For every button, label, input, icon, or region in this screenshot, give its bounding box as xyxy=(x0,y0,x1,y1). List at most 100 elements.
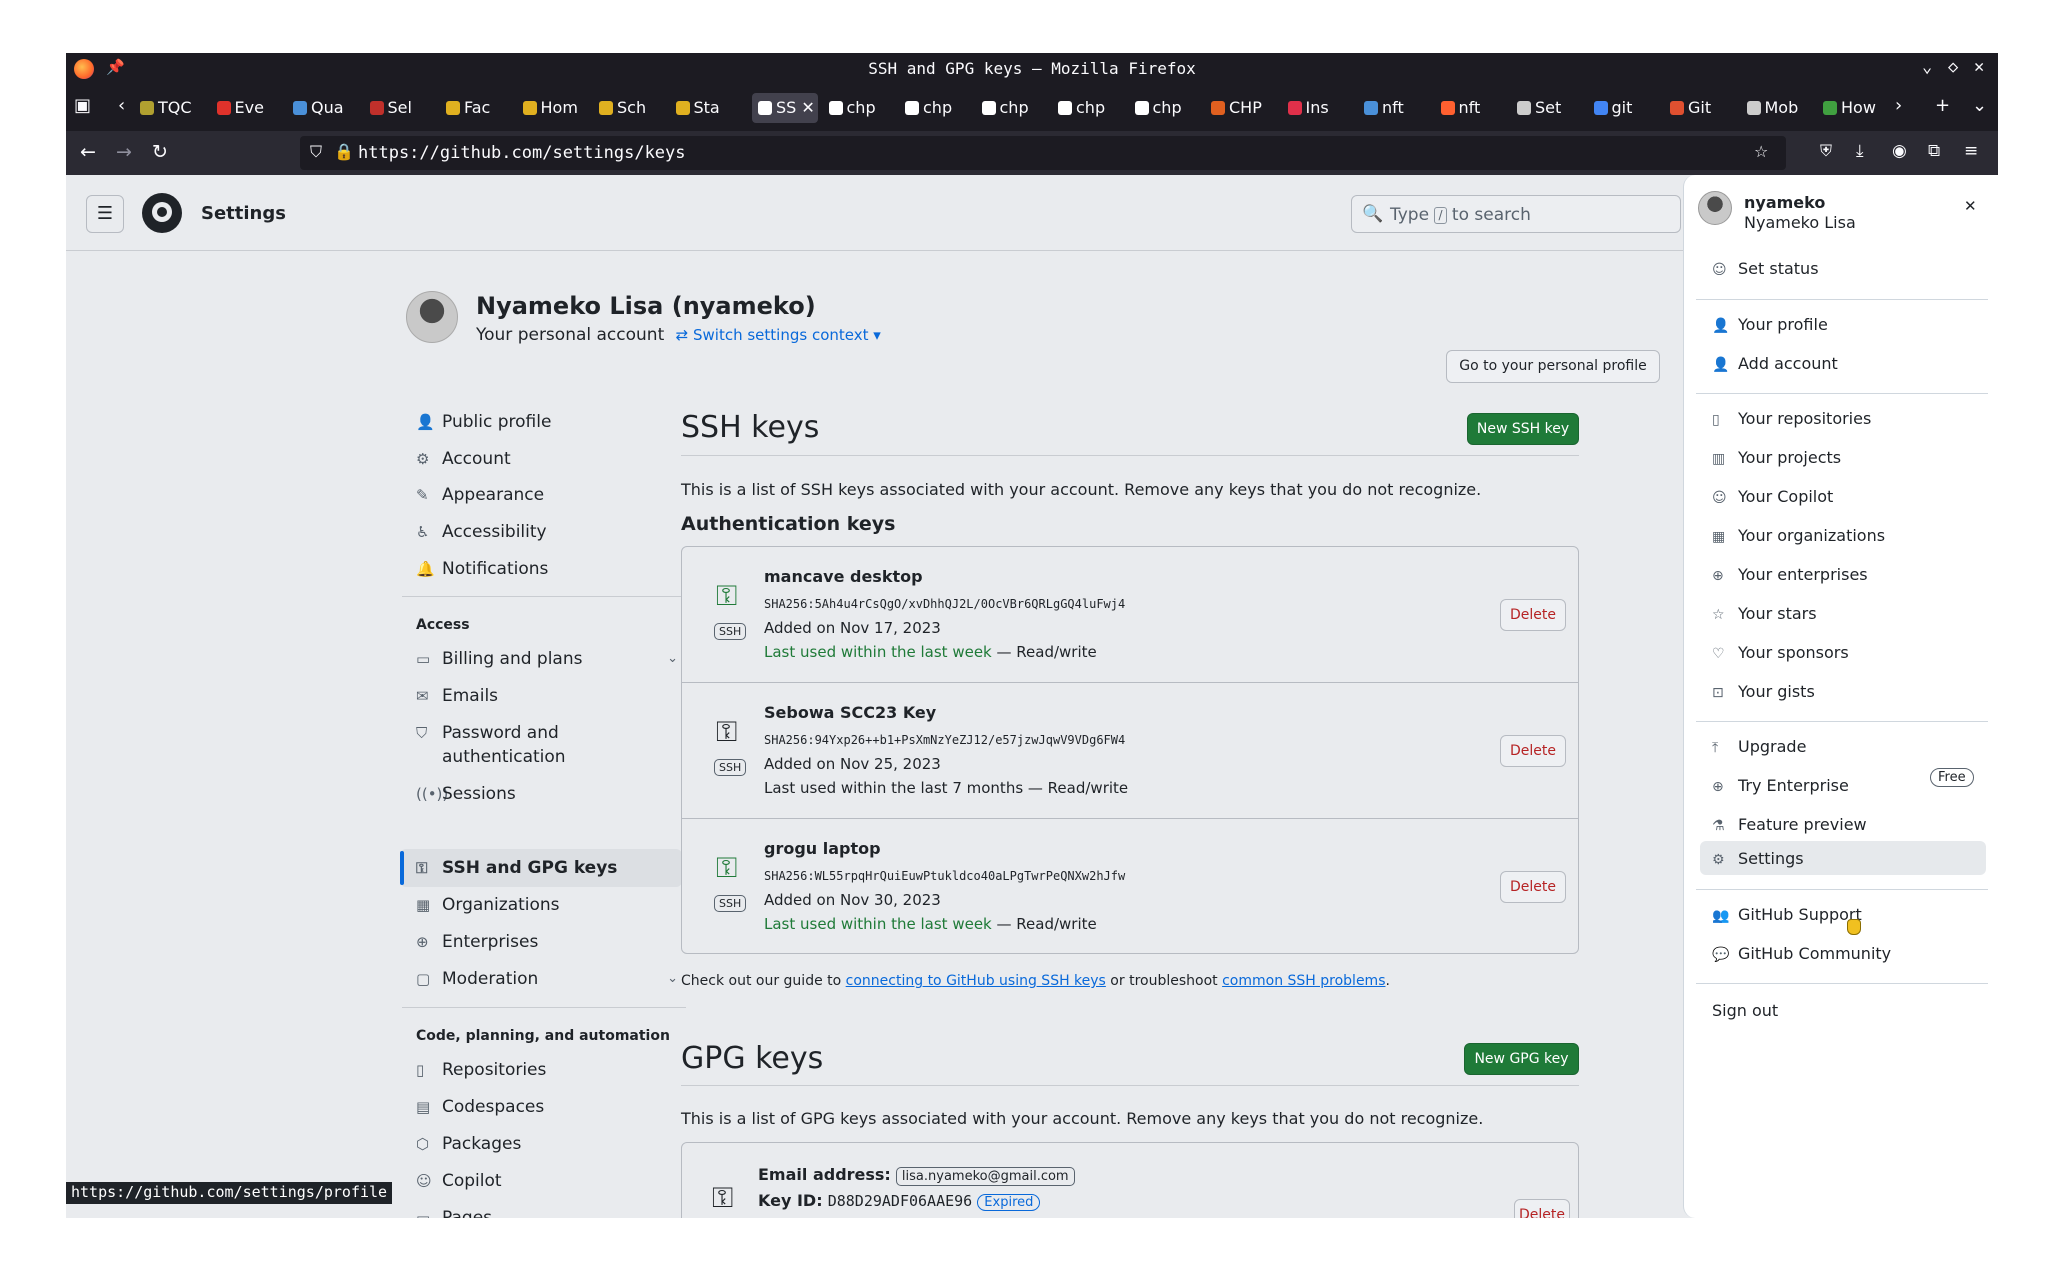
browser-tab[interactable]: Qua xyxy=(293,93,359,123)
scroll-right-icon[interactable]: › xyxy=(1895,95,1902,116)
browser-tab[interactable]: Ins xyxy=(1287,93,1354,123)
github-logo-icon[interactable] xyxy=(142,193,182,233)
url-bar[interactable]: ⛉ 🔒 https://github.com/settings/keys ☆ xyxy=(300,136,1786,170)
switch-context-link[interactable]: ⇄ Switch settings context ▾ xyxy=(676,326,881,344)
menu-sign-out[interactable]: Sign out xyxy=(1712,1001,1778,1020)
ssh-key-row: ⚿ SSH grogu laptop SHA256:WL55rpqHrQuiEu… xyxy=(682,819,1578,955)
delete-key-button[interactable]: Delete xyxy=(1500,871,1566,903)
menu-feature-preview[interactable]: ⚗ Feature preview xyxy=(1712,815,1867,834)
menu-your-gists[interactable]: ⊡ Your gists xyxy=(1712,682,1815,701)
browser-tab[interactable]: Set xyxy=(1517,93,1583,123)
menu-github-community[interactable]: 💬 GitHub Community xyxy=(1712,944,1891,963)
url-text[interactable]: https://github.com/settings/keys xyxy=(358,143,686,163)
new-tab-icon[interactable]: + xyxy=(1935,95,1950,116)
minimize-icon[interactable]: ⌄ xyxy=(1922,57,1932,77)
browser-tab[interactable]: Fac xyxy=(446,93,512,123)
menu-your-copilot[interactable]: ☺ Your Copilot xyxy=(1712,487,1833,506)
sidenav-appearance[interactable]: ✎ Appearance xyxy=(416,477,544,513)
sidenav-accessibility[interactable]: ♿ Accessibility xyxy=(416,514,547,550)
sidenav-organizations[interactable]: ▦ Organizations xyxy=(416,887,560,923)
browser-tab[interactable]: TQC xyxy=(140,93,206,123)
menu-github-support[interactable]: 👥 GitHub Support xyxy=(1712,905,1862,924)
maximize-icon[interactable]: ◇ xyxy=(1948,57,1958,77)
close-tab-icon[interactable]: ✕ xyxy=(796,98,814,117)
sidenav-codespaces[interactable]: ▤ Codespaces xyxy=(416,1089,544,1125)
sidenav-public-profile[interactable]: 👤 Public profile xyxy=(416,404,551,440)
go-to-profile-button[interactable]: Go to your personal profile xyxy=(1446,350,1660,383)
browser-tab[interactable]: Eve xyxy=(216,93,283,123)
menu-your-enterprises[interactable]: ⊕ Your enterprises xyxy=(1712,565,1868,584)
browser-tab[interactable]: nft xyxy=(1364,93,1430,123)
menu-try-enterprise[interactable]: ⊕ Try Enterprise xyxy=(1712,776,1849,795)
menu-your-organizations[interactable]: ▦ Your organizations xyxy=(1712,526,1885,545)
sidenav-password[interactable]: ⛉ Password and authentication xyxy=(416,721,566,767)
pocket-icon[interactable]: ⛨ xyxy=(1820,141,1832,161)
sidenav-packages[interactable]: ⬡ Packages xyxy=(416,1126,521,1162)
browser-tab[interactable]: Hom xyxy=(522,93,589,123)
delete-gpg-key-button[interactable]: Delete xyxy=(1514,1199,1570,1218)
sidenav-sessions[interactable]: ((•))Sessions xyxy=(416,776,516,812)
reload-icon[interactable]: ↻ xyxy=(152,141,168,163)
hamburger-menu-icon[interactable]: ☰ xyxy=(86,195,124,233)
menu-upgrade[interactable]: ⤒ Upgrade xyxy=(1712,737,1806,756)
sidenav-pages[interactable]: ▭ Pages xyxy=(416,1200,492,1218)
browser-tab[interactable]: CHP xyxy=(1211,93,1277,123)
close-window-icon[interactable]: ✕ xyxy=(1974,57,1984,77)
menu-icon[interactable]: ≡ xyxy=(1964,141,1978,161)
sidenav-moderation[interactable]: ▢ Moderation ⌄ xyxy=(416,961,678,997)
browser-tab[interactable]: Sel xyxy=(369,93,436,123)
menu-your-sponsors[interactable]: ♡ Your sponsors xyxy=(1712,643,1849,662)
menu-settings[interactable]: ⚙ Settings xyxy=(1712,849,1804,868)
back-icon[interactable]: ← xyxy=(80,141,96,163)
menu-add-account[interactable]: 👤 Add account xyxy=(1712,354,1838,373)
sidenav-repositories[interactable]: ▯ Repositories xyxy=(416,1052,546,1088)
extensions-icon[interactable]: ⧉ xyxy=(1928,141,1940,161)
new-ssh-key-button[interactable]: New SSH key xyxy=(1467,413,1579,445)
menu-your-profile[interactable]: 👤 Your profile xyxy=(1712,315,1828,334)
search-input[interactable]: 🔍 Type / to search xyxy=(1351,195,1681,233)
sidenav-ssh-gpg-keys[interactable]: ⚿ SSH and GPG keys xyxy=(416,850,617,886)
chevron-down-icon[interactable]: ⌄ xyxy=(667,961,678,997)
browser-tab[interactable]: How xyxy=(1823,93,1889,123)
browser-tab[interactable]: chp xyxy=(981,93,1048,123)
ssh-troubleshoot-link[interactable]: common SSH problems xyxy=(1222,973,1385,989)
browser-tab[interactable]: Mob xyxy=(1746,93,1813,123)
account-icon[interactable]: ◉ xyxy=(1892,141,1907,161)
new-gpg-key-button[interactable]: New GPG key xyxy=(1464,1043,1579,1075)
browser-tab[interactable]: chp xyxy=(1134,93,1201,123)
forward-icon[interactable]: → xyxy=(116,141,132,163)
menu-set-status[interactable]: ☺ Set status xyxy=(1712,259,1819,278)
ssh-guide-link[interactable]: connecting to GitHub using SSH keys xyxy=(846,973,1106,989)
browser-tab[interactable]: Git xyxy=(1670,93,1736,123)
scroll-left-icon[interactable]: ‹ xyxy=(118,95,125,116)
account-avatar[interactable] xyxy=(406,291,458,343)
delete-key-button[interactable]: Delete xyxy=(1500,735,1566,767)
menu-your-stars[interactable]: ☆ Your stars xyxy=(1712,604,1817,623)
lock-icon[interactable]: 🔒 xyxy=(334,142,354,161)
sidenav-copilot[interactable]: ☺ Copilot xyxy=(416,1163,502,1199)
browser-tab[interactable]: git xyxy=(1593,93,1660,123)
sidenav-emails[interactable]: ✉ Emails xyxy=(416,678,498,714)
browser-tab[interactable]: chp xyxy=(828,93,895,123)
sidenav-enterprises[interactable]: ⊕ Enterprises xyxy=(416,924,538,960)
chevron-down-icon[interactable]: ⌄ xyxy=(667,641,678,677)
browser-tab[interactable]: chp xyxy=(905,93,971,123)
browser-tab[interactable]: chp xyxy=(1058,93,1124,123)
bookmark-star-icon[interactable]: ☆ xyxy=(1754,142,1768,161)
browser-tab[interactable]: SS ✕ xyxy=(752,93,818,123)
menu-your-repositories[interactable]: ▯ Your repositories xyxy=(1712,409,1871,428)
sidenav-billing[interactable]: ▭ Billing and plans ⌄ xyxy=(416,641,678,677)
tab-overview-icon[interactable]: ▣ xyxy=(74,95,91,116)
tracking-shield-icon[interactable]: ⛉ xyxy=(310,142,322,162)
browser-tab[interactable]: Sta xyxy=(675,93,742,123)
browser-tab[interactable]: nft xyxy=(1440,93,1507,123)
list-tabs-icon[interactable]: ⌄ xyxy=(1972,95,1987,116)
sidenav-notifications[interactable]: 🔔 Notifications xyxy=(416,551,548,587)
menu-your-projects[interactable]: ▥ Your projects xyxy=(1712,448,1841,467)
downloads-icon[interactable]: ⤓ xyxy=(1856,141,1864,161)
browser-tab[interactable]: Sch xyxy=(599,93,665,123)
delete-key-button[interactable]: Delete xyxy=(1500,599,1566,631)
sidenav-account[interactable]: ⚙ Account xyxy=(416,441,511,477)
tab-label: git xyxy=(1611,98,1633,117)
close-icon[interactable]: ✕ xyxy=(1964,197,1977,215)
